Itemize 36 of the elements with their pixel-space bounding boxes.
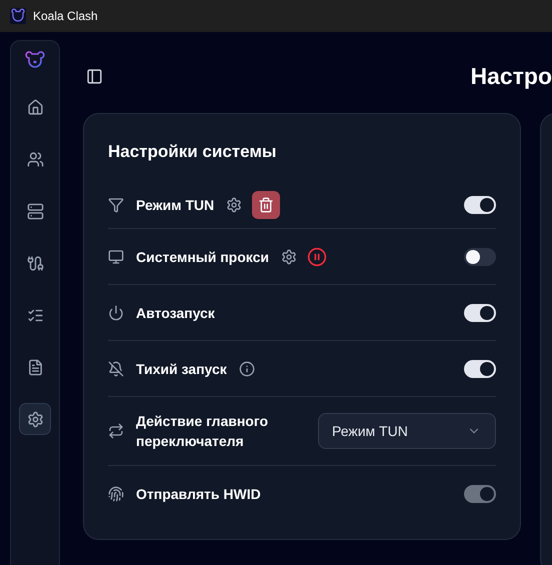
settings-icon[interactable] [226,197,242,213]
sidebar-toggle-icon[interactable] [86,68,103,85]
window-title: Koala Clash [33,9,98,23]
setting-label: Действие главного переключателя [136,412,270,451]
toggle-switch[interactable] [464,360,496,378]
document-icon [26,358,44,376]
settings-icon[interactable] [281,248,297,264]
koala-logo-icon [10,8,26,24]
toggle-switch[interactable] [464,196,496,214]
setting-label: Отправлять HWID [136,484,261,504]
nav-item[interactable] [19,403,51,435]
setting-label: Режим TUN [136,196,214,215]
setting-label: Системный прокси [136,248,269,266]
server-icon [26,202,44,220]
toggle-switch[interactable] [464,248,496,266]
koala-logo-icon [25,51,45,69]
monitor-icon [108,248,124,264]
cable-icon [26,254,44,272]
mode-select[interactable]: Режим TUN [318,413,496,449]
setting-label: Автозапуск [136,304,215,322]
repeat-icon [108,423,124,439]
home-icon [26,98,44,116]
users-icon [26,150,44,168]
info-icon[interactable] [238,360,255,376]
pause-icon[interactable] [307,246,327,266]
trash-icon [258,197,274,213]
card-title: Настройки системы [108,142,278,162]
bell-off-icon [108,360,124,376]
power-icon [108,304,124,320]
settings-icon [26,410,44,428]
toggle-switch[interactable] [464,304,496,322]
page-title: Настро [470,63,552,90]
filter-icon [108,197,124,213]
fingerprint-icon [108,486,124,502]
delete-button[interactable] [252,191,280,219]
setting-label: Тихий запуск [136,360,227,378]
